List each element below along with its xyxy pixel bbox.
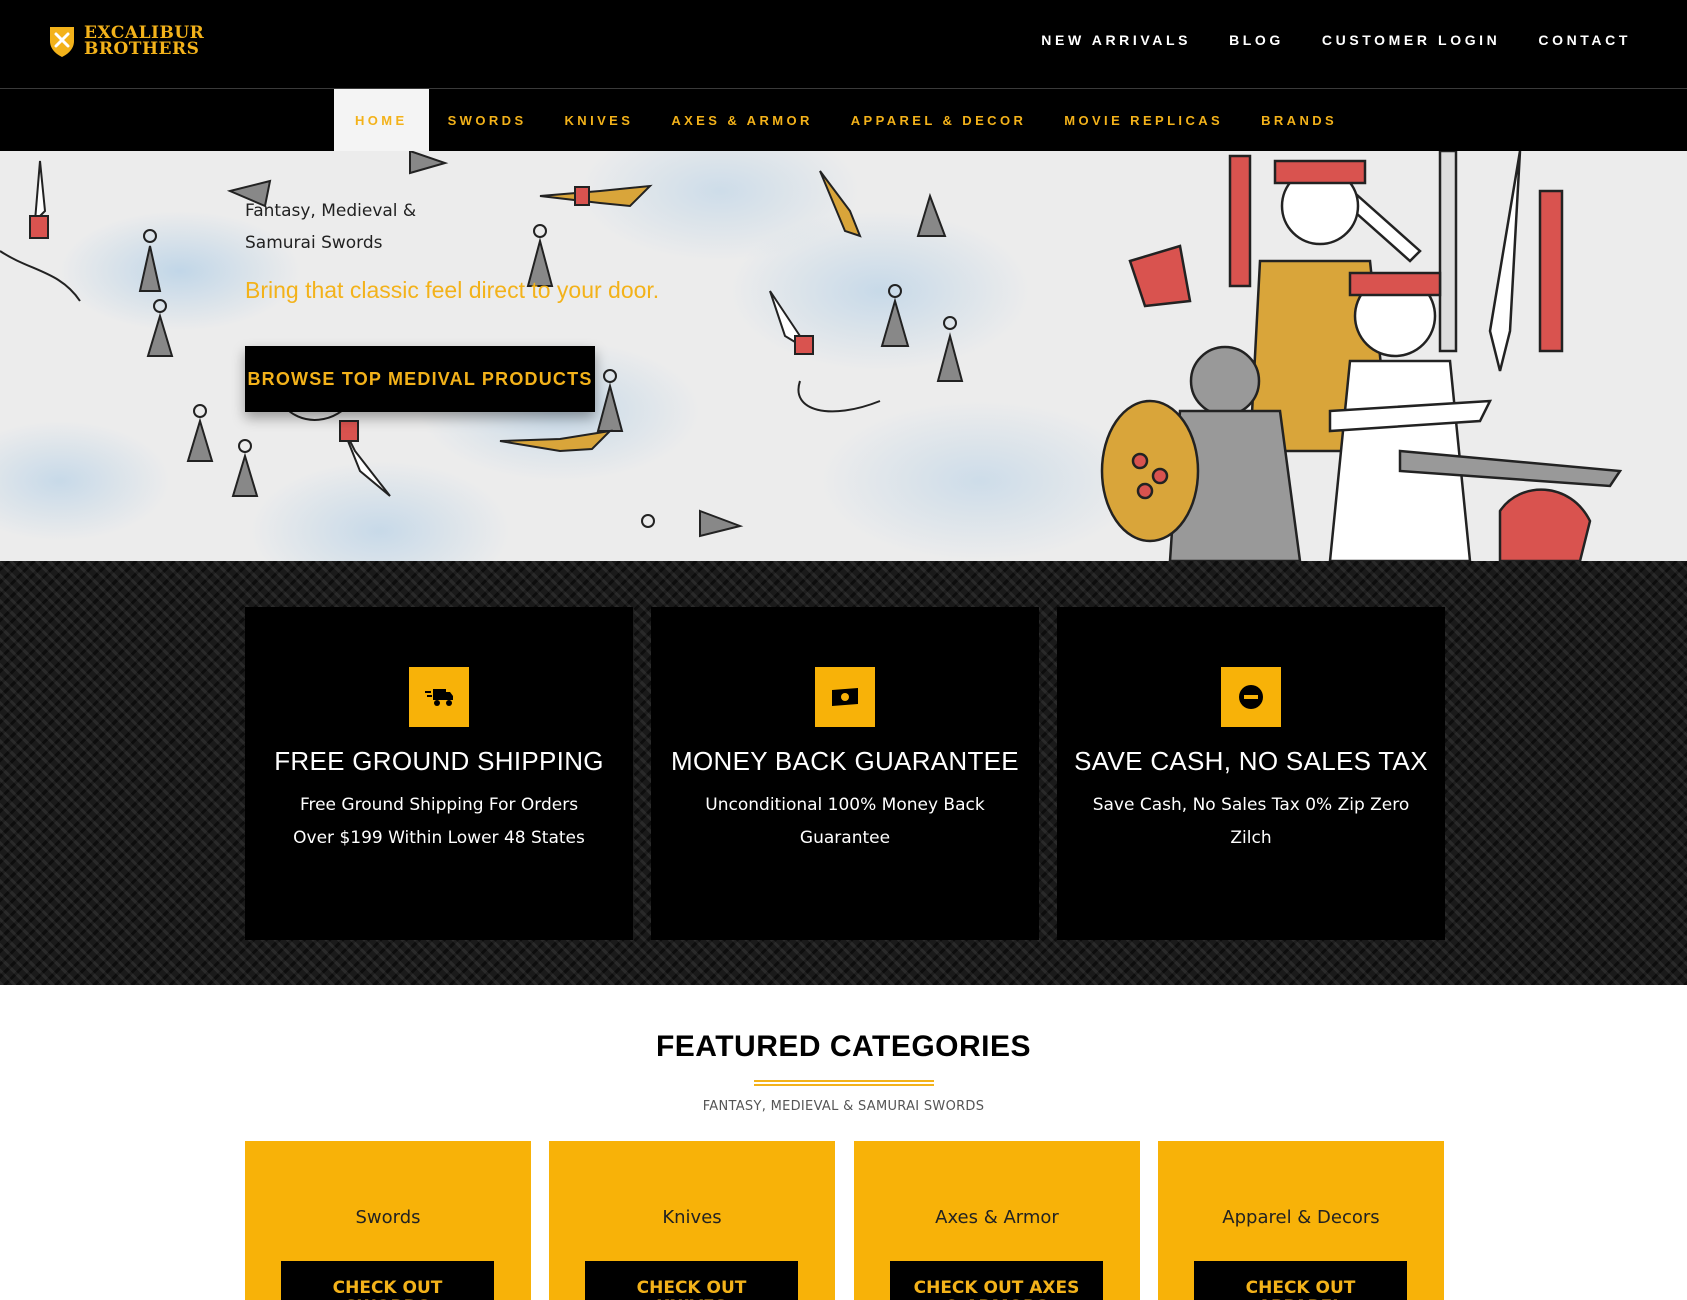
cat-nav-knives[interactable]: KNIVES xyxy=(546,89,653,151)
feature-title: MONEY BACK GUARANTEE xyxy=(671,746,1019,776)
featured-categories-subtitle: FANTASY, MEDIEVAL & SAMURAI SWORDS xyxy=(702,1099,985,1114)
no-entry-icon xyxy=(1221,667,1281,727)
category-card-apparel-decors: Apparel & Decors CHECK OUT APPAREL xyxy=(1158,1141,1444,1300)
cat-nav-apparel-decor[interactable]: APPAREL & DECOR xyxy=(832,89,1045,151)
feature-title: SAVE CASH, NO SALES TAX xyxy=(1074,746,1428,776)
feature-card-no-tax: SAVE CASH, NO SALES TAX Save Cash, No Sa… xyxy=(1057,607,1445,940)
nav-customer-login[interactable]: CUSTOMER LOGIN xyxy=(1322,32,1500,48)
cat-nav-knives-link[interactable]: KNIVES xyxy=(565,113,634,128)
check-out-knives-button[interactable]: CHECK OUT KNIVES xyxy=(585,1261,798,1300)
cat-nav-brands[interactable]: BRANDS xyxy=(1242,89,1356,151)
category-name: Knives xyxy=(662,1207,722,1228)
shield-logo-icon xyxy=(50,27,74,57)
category-name: Apparel & Decors xyxy=(1222,1207,1380,1228)
title-divider xyxy=(754,1080,934,1086)
nav-contact[interactable]: CONTACT xyxy=(1538,32,1631,48)
category-card-axes-armor: Axes & Armor CHECK OUT AXES & ARMORS xyxy=(854,1141,1140,1300)
logo-line-2: BROTHERS xyxy=(84,39,200,59)
feature-text: Unconditional 100% Money Back Guarantee xyxy=(705,795,985,848)
feature-text: Save Cash, No Sales Tax 0% Zip Zero Zilc… xyxy=(1092,795,1410,848)
category-name: Axes & Armor xyxy=(935,1207,1059,1228)
nav-new-arrivals[interactable]: NEW ARRIVALS xyxy=(1041,32,1191,48)
cat-nav-home-link[interactable]: HOME xyxy=(355,113,408,128)
site-logo[interactable]: EXCALIBUR BROTHERS xyxy=(48,22,204,60)
cat-nav-axes-armor-link[interactable]: AXES & ARMOR xyxy=(671,113,812,128)
cat-nav-home[interactable]: HOME xyxy=(334,89,429,151)
feature-card-guarantee: MONEY BACK GUARANTEE Unconditional 100% … xyxy=(651,607,1039,940)
top-nav: NEW ARRIVALS BLOG CUSTOMER LOGIN CONTACT xyxy=(1041,32,1631,48)
category-card-swords: Swords CHECK OUT SWORDS xyxy=(245,1141,531,1300)
feature-card-shipping: FREE GROUND SHIPPING Free Ground Shippin… xyxy=(245,607,633,940)
hero-tagline: Bring that classic feel direct to your d… xyxy=(245,277,660,303)
hero-subtitle: Fantasy, Medieval & Samurai Swords xyxy=(245,201,417,253)
cat-nav-apparel-decor-link[interactable]: APPAREL & DECOR xyxy=(851,113,1026,128)
cat-nav-axes-armor[interactable]: AXES & ARMOR xyxy=(652,89,831,151)
feature-title: FREE GROUND SHIPPING xyxy=(274,746,604,776)
featured-categories-title: FEATURED CATEGORIES xyxy=(655,1030,1032,1063)
cat-nav-brands-link[interactable]: BRANDS xyxy=(1261,113,1337,128)
category-nav: HOME SWORDS KNIVES AXES & ARMOR APPAREL … xyxy=(0,89,1687,151)
browse-products-button[interactable]: BROWSE TOP MEDIVAL PRODUCTS xyxy=(245,346,595,412)
money-icon xyxy=(815,667,875,727)
cat-nav-movie-replicas[interactable]: MOVIE REPLICAS xyxy=(1045,89,1242,151)
cat-nav-movie-replicas-link[interactable]: MOVIE REPLICAS xyxy=(1064,113,1223,128)
check-out-apparel-button[interactable]: CHECK OUT APPAREL xyxy=(1194,1261,1407,1300)
feature-text: Free Ground Shipping For Orders Over $19… xyxy=(293,795,585,848)
hero-banner: Fantasy, Medieval & Samurai Swords Bring… xyxy=(0,151,1687,561)
check-out-axes-armors-button[interactable]: CHECK OUT AXES & ARMORS xyxy=(890,1261,1103,1300)
cat-nav-swords[interactable]: SWORDS xyxy=(429,89,546,151)
truck-icon xyxy=(409,667,469,727)
top-header: EXCALIBUR BROTHERS NEW ARRIVALS BLOG CUS… xyxy=(0,0,1687,89)
check-out-swords-button[interactable]: CHECK OUT SWORDS xyxy=(281,1261,494,1300)
features-band: FREE GROUND SHIPPING Free Ground Shippin… xyxy=(0,561,1687,985)
category-name: Swords xyxy=(355,1207,421,1228)
category-card-knives: Knives CHECK OUT KNIVES xyxy=(549,1141,835,1300)
cat-nav-swords-link[interactable]: SWORDS xyxy=(448,113,527,128)
nav-blog[interactable]: BLOG xyxy=(1229,32,1284,48)
